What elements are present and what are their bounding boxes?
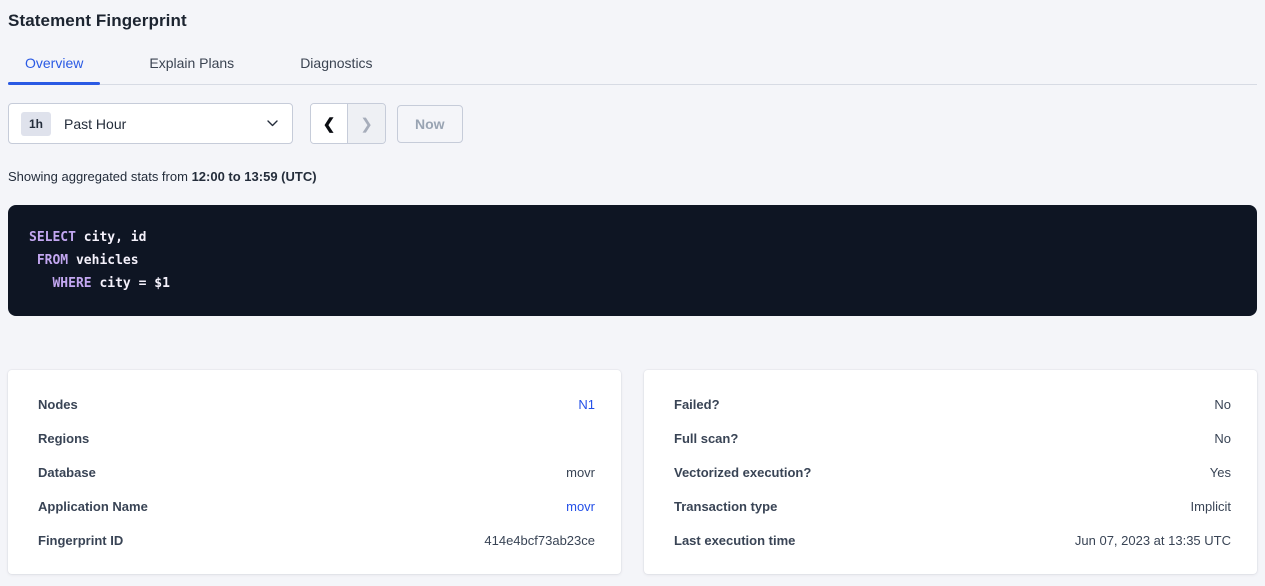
statement-fingerprint-page: Statement Fingerprint Overview Explain P… <box>0 0 1265 574</box>
row-label-vectorized: Vectorized execution? <box>674 465 811 480</box>
row-label-application-name: Application Name <box>38 499 148 514</box>
page-title: Statement Fingerprint <box>8 0 1257 31</box>
row-label-database: Database <box>38 465 96 480</box>
sql-indent <box>29 253 37 268</box>
tab-bar: Overview Explain Plans Diagnostics <box>8 55 1257 85</box>
fingerprint-id-value: 414e4bcf73ab23ce <box>484 533 595 548</box>
table-row: Nodes N1 <box>38 387 595 421</box>
database-value: movr <box>566 465 595 480</box>
time-range-badge: 1h <box>21 112 51 136</box>
table-row: Last execution time Jun 07, 2023 at 13:3… <box>674 523 1231 557</box>
full-scan-value: No <box>1214 431 1231 446</box>
stats-range: 12:00 to 13:59 (UTC) <box>192 169 317 184</box>
row-label-full-scan: Full scan? <box>674 431 738 446</box>
table-row: Database movr <box>38 455 595 489</box>
sql-line: FROM vehicles <box>29 249 1236 272</box>
row-label-regions: Regions <box>38 431 89 446</box>
time-range-arrows: ❮ ❯ <box>310 103 386 144</box>
row-label-failed: Failed? <box>674 397 720 412</box>
row-label-nodes: Nodes <box>38 397 78 412</box>
sql-statement-box: SELECT city, id FROM vehicles WHERE city… <box>8 205 1257 316</box>
row-label-transaction-type: Transaction type <box>674 499 777 514</box>
table-row: Vectorized execution? Yes <box>674 455 1231 489</box>
statement-details-card: Nodes N1 Regions Database movr Applicati… <box>8 370 621 574</box>
now-button[interactable]: Now <box>397 105 463 143</box>
table-row: Failed? No <box>674 387 1231 421</box>
sql-line: WHERE city = $1 <box>29 272 1236 295</box>
time-range-dropdown[interactable]: 1h Past Hour <box>8 103 293 144</box>
stats-prefix: Showing aggregated stats from <box>8 169 192 184</box>
row-label-fingerprint-id: Fingerprint ID <box>38 533 123 548</box>
time-range-label: Past Hour <box>64 116 267 132</box>
application-name-link[interactable]: movr <box>566 499 595 514</box>
table-row: Fingerprint ID 414e4bcf73ab23ce <box>38 523 595 557</box>
vectorized-value: Yes <box>1210 465 1231 480</box>
nodes-link[interactable]: N1 <box>578 397 595 412</box>
sql-line: SELECT city, id <box>29 226 1236 249</box>
previous-range-button[interactable]: ❮ <box>311 104 348 143</box>
chevron-right-icon: ❯ <box>360 115 373 133</box>
sql-indent <box>29 276 52 291</box>
last-execution-time-value: Jun 07, 2023 at 13:35 UTC <box>1075 533 1231 548</box>
table-row: Transaction type Implicit <box>674 489 1231 523</box>
tab-explain-plans[interactable]: Explain Plans <box>132 55 251 84</box>
chevron-down-icon <box>267 120 278 127</box>
next-range-button[interactable]: ❯ <box>348 104 385 143</box>
failed-value: No <box>1214 397 1231 412</box>
table-row: Regions <box>38 421 595 455</box>
sql-text: vehicles <box>68 253 138 268</box>
sql-text: city, id <box>76 230 146 245</box>
tab-overview[interactable]: Overview <box>8 55 100 84</box>
chevron-left-icon: ❮ <box>323 115 336 133</box>
sql-keyword: WHERE <box>52 276 91 291</box>
table-row: Application Name movr <box>38 489 595 523</box>
table-row: Full scan? No <box>674 421 1231 455</box>
tab-diagnostics[interactable]: Diagnostics <box>283 55 389 84</box>
execution-attributes-card: Failed? No Full scan? No Vectorized exec… <box>644 370 1257 574</box>
sql-text: city = $1 <box>92 276 170 291</box>
row-label-last-execution: Last execution time <box>674 533 795 548</box>
details-cards: Nodes N1 Regions Database movr Applicati… <box>8 370 1257 574</box>
sql-keyword: SELECT <box>29 230 76 245</box>
sql-keyword: FROM <box>37 253 68 268</box>
transaction-type-value: Implicit <box>1191 499 1231 514</box>
aggregated-stats-line: Showing aggregated stats from 12:00 to 1… <box>8 169 1257 184</box>
time-controls: 1h Past Hour ❮ ❯ Now <box>8 103 1257 144</box>
